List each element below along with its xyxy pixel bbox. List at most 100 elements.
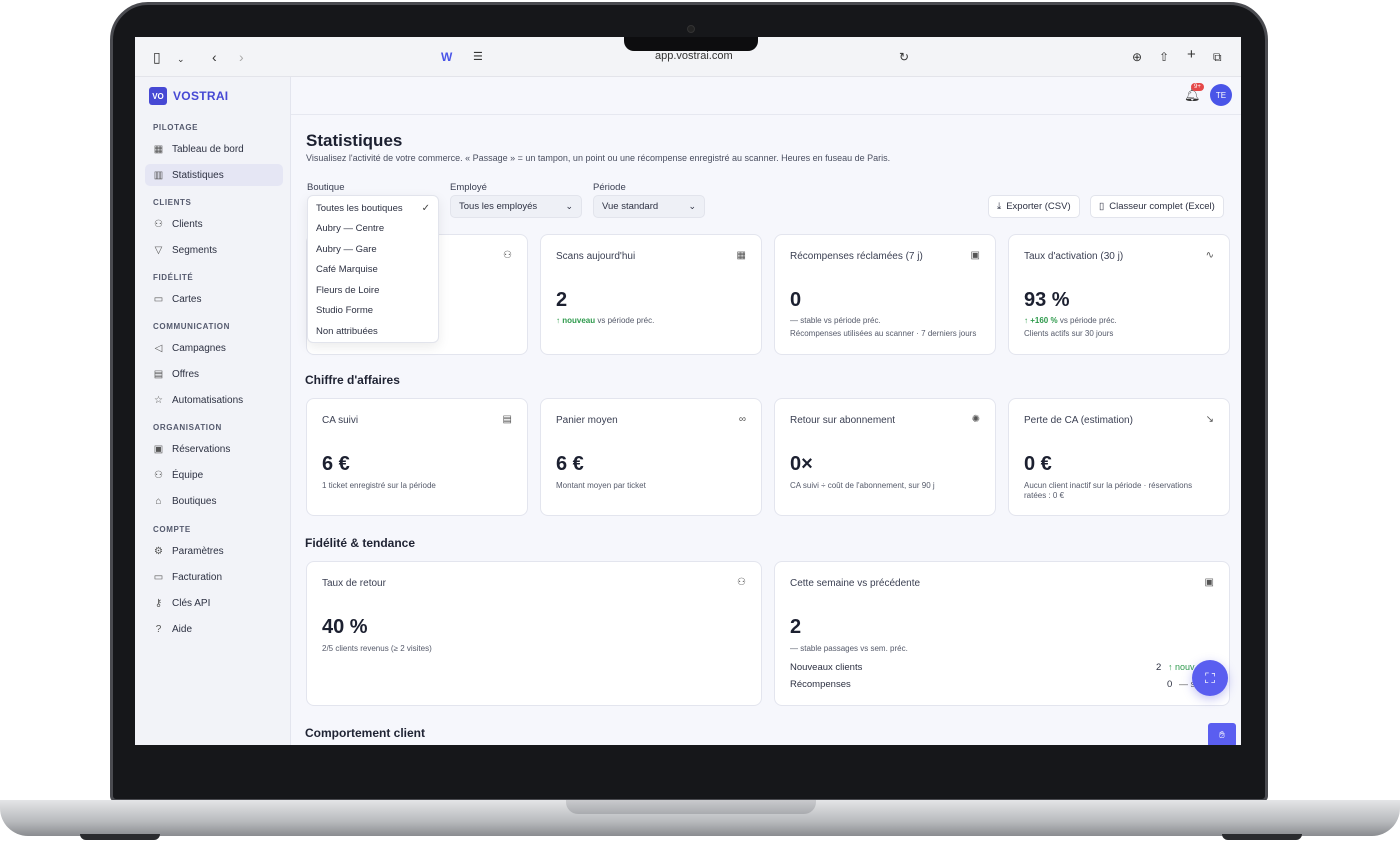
kpi-card-scans: Scans aujourd'hui ▦ 2 ↑ nouveau vs pério…	[540, 234, 762, 355]
kpi-value: 6 €	[322, 453, 350, 475]
kpi-title: Taux d'activation (30 j)	[1024, 251, 1124, 262]
sidebar-item-settings[interactable]: ⚙ Paramètres	[145, 540, 283, 562]
qr-icon: ▦	[736, 250, 746, 261]
section-behavior-title: Comportement client	[305, 726, 426, 740]
boutique-option[interactable]: Aubry — Gare	[316, 244, 377, 255]
sidebar-item-stores[interactable]: ⌂ Boutiques	[145, 490, 283, 512]
brand-logo[interactable]: VO VOSTRAI	[149, 87, 228, 105]
sidebar-item-help[interactable]: ? Aide	[145, 618, 283, 640]
trend-down-icon: ↘	[1205, 414, 1214, 425]
loyalty-card-retention: Taux de retour ⚇ 40 % 2/5 clients revenu…	[306, 561, 762, 706]
kpi-card-activation: Taux d'activation (30 j) ∿ 93 % ↑ +160 %…	[1008, 234, 1230, 355]
chart-icon: ▥	[153, 169, 164, 181]
sidebar-item-team[interactable]: ⚇ Équipe	[145, 464, 283, 486]
kpi-note: Montant moyen par ticket	[556, 481, 646, 490]
kpi-note: Clients actifs sur 30 jours	[1024, 329, 1114, 338]
kpi-trend-value: +160 %	[1030, 316, 1058, 325]
sidebar-item-label: Paramètres	[172, 545, 224, 557]
rewards-label: Récompenses	[790, 679, 851, 690]
kpi-value: 0 €	[1024, 453, 1052, 475]
kpi-trend-value: nouveau	[562, 316, 596, 325]
logo-text: VOSTRAI	[173, 89, 229, 103]
periode-select-value: Vue standard	[602, 201, 659, 212]
boutique-option[interactable]: Toutes les boutiques	[316, 203, 403, 214]
forward-icon[interactable]: ›	[239, 49, 244, 65]
user-check-icon: ⚇	[737, 577, 746, 588]
check-icon: ✓	[421, 203, 430, 214]
site-favicon-icon: W	[441, 50, 453, 64]
kpi-title: Scans aujourd'hui	[556, 251, 636, 262]
boutique-option[interactable]: Non attribuées	[316, 326, 378, 337]
kpi-value: 0	[790, 289, 802, 311]
sidebar-item-reservations[interactable]: ▣ Réservations	[145, 438, 283, 460]
kpi-note: Aucun client inactif sur la période · ré…	[1024, 481, 1193, 490]
tabs-overview-icon[interactable]: ⧉	[1213, 49, 1222, 65]
sidebar-item-label: Clés API	[172, 597, 211, 609]
users-icon: ⚇	[154, 218, 163, 230]
receipt-icon: ▤	[502, 414, 512, 425]
employe-select[interactable]: Tous les employés ⌄	[450, 195, 582, 218]
pulse-icon: ∿	[1205, 250, 1214, 261]
reload-icon[interactable]: ↻	[899, 49, 909, 65]
sidebar-item-billing[interactable]: ▭ Facturation	[145, 566, 283, 588]
sidebar-item-label: Automatisations	[172, 394, 244, 406]
sidebar-item-cards[interactable]: ▭ Cartes	[145, 288, 283, 310]
share-icon[interactable]: ⇧	[1159, 49, 1169, 65]
scan-icon: ⛶	[1205, 669, 1215, 686]
sidebar-item-dashboard[interactable]: ▦ Tableau de bord	[145, 138, 283, 160]
sidebar-item-clients[interactable]: ⚇ Clients	[145, 213, 283, 235]
page-subtitle: Visualisez l'activité de votre commerce.…	[306, 153, 891, 163]
help-icon: ?	[155, 623, 162, 635]
export-excel-button[interactable]: ▯ Classeur complet (Excel)	[1090, 195, 1224, 218]
sidebar-item-segments[interactable]: ▽ Segments	[145, 239, 283, 261]
sidebar-item-campaigns[interactable]: ◁ Campagnes	[145, 337, 283, 359]
revenue-card-loss: Perte de CA (estimation) ↘ 0 € Aucun cli…	[1008, 398, 1230, 516]
avatar[interactable]: TE	[1210, 84, 1232, 106]
periode-select[interactable]: Vue standard ⌄	[593, 195, 705, 218]
boutique-option[interactable]: Café Marquise	[316, 264, 378, 275]
users-icon: ⚇	[503, 250, 512, 261]
sidebar-toggle-icon[interactable]: ▯	[153, 49, 161, 65]
section-pilotage: PILOTAGE	[153, 123, 199, 132]
back-icon[interactable]: ‹	[212, 49, 217, 65]
employe-label: Employé	[450, 182, 487, 193]
boutique-option[interactable]: Studio Forme	[316, 305, 373, 316]
main-content: Statistiques Visualisez l'activité de vo…	[291, 115, 1241, 745]
app-header: 🔔︎ 9+ TE	[291, 77, 1241, 115]
calendar-icon: ▣	[153, 443, 164, 455]
boutique-dropdown: Toutes les boutiques ✓ Aubry — Centre Au…	[307, 195, 439, 343]
section-loyalty-title: Fidélité & tendance	[305, 536, 416, 550]
export-csv-button[interactable]: ⤓ Exporter (CSV)	[988, 195, 1080, 218]
kpi-trend-suffix: vs période préc.	[1059, 316, 1117, 325]
sidebar-item-label: Cartes	[172, 293, 202, 305]
boutique-option[interactable]: Fleurs de Loire	[316, 285, 379, 296]
sidebar-item-label: Clients	[172, 218, 203, 230]
revenue-card-roi: Retour sur abonnement ✺ 0× CA suivi ÷ co…	[774, 398, 996, 516]
star-icon: ☆	[154, 394, 163, 406]
kpi-value: 40 %	[322, 616, 368, 638]
sidebar-item-offers[interactable]: ▤ Offres	[145, 363, 283, 385]
kpi-title: Panier moyen	[556, 415, 618, 426]
camera	[687, 25, 695, 33]
download-icon: ⤓	[997, 201, 1002, 212]
ticket-icon: ▤	[153, 368, 164, 380]
scan-fab-button[interactable]: ⛶	[1192, 660, 1228, 696]
team-icon: ⚇	[154, 469, 163, 481]
reader-icon[interactable]: ☰	[473, 49, 483, 65]
download-icon[interactable]: ⊕	[1132, 49, 1142, 65]
boutique-option[interactable]: Aubry — Centre	[316, 223, 384, 234]
sidebar: VO VOSTRAI PILOTAGE ▦ Tableau de bord ▥ St…	[135, 77, 291, 745]
sidebar-item-statistics[interactable]: ▥ Statistiques	[145, 164, 283, 186]
new-tab-icon[interactable]: +	[1187, 47, 1196, 63]
sidebar-item-automations[interactable]: ☆ Automatisations	[145, 389, 283, 411]
export-excel-label: Classeur complet (Excel)	[1109, 201, 1215, 212]
billing-icon: ▭	[153, 571, 164, 583]
chevron-down-icon[interactable]: ⌄	[177, 51, 185, 67]
kpi-card-rewards: Récompenses réclamées (7 j) ▣ 0 — stable…	[774, 234, 996, 355]
logo-badge: VO	[149, 87, 167, 105]
laptop-foot-left	[80, 834, 160, 840]
sidebar-item-api-keys[interactable]: ⚷ Clés API	[145, 592, 283, 614]
screen: ▯ ⌄ ‹ › W ☰ app.vostrai.com ↻ ⊕ ⇧ + ⧉ VO…	[135, 37, 1241, 745]
url-bar[interactable]: app.vostrai.com	[655, 50, 733, 62]
chat-widget-button[interactable]: ✋︎	[1208, 723, 1236, 745]
